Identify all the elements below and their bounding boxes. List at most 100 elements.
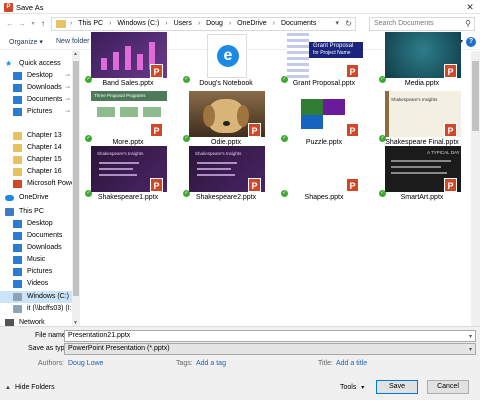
breadcrumb-this-pc[interactable]: This PC bbox=[78, 20, 103, 27]
file-item[interactable]: A TYPICAL DAY P ✓ SmartArt.pptx bbox=[378, 146, 466, 212]
drive-icon bbox=[13, 293, 22, 301]
hide-folders-label: Hide Folders bbox=[14, 384, 55, 391]
nav-item-label: Downloads bbox=[27, 244, 62, 251]
thumb-title: Shakespeare's Insights bbox=[195, 151, 242, 156]
nav-item-label: Pictures bbox=[27, 108, 53, 115]
pin-icon[interactable]: ⊸ bbox=[65, 84, 70, 91]
desktop-icon bbox=[13, 72, 22, 80]
nav-item-windows-c[interactable]: Windows (C:) bbox=[0, 291, 72, 303]
powerpoint-file-icon: P bbox=[444, 123, 457, 137]
file-name-field[interactable]: Presentation21.pptx ▾ bbox=[64, 330, 476, 342]
nav-item-label: Desktop bbox=[27, 220, 53, 227]
nav-item-music[interactable]: Music bbox=[0, 254, 72, 266]
scroll-up-icon[interactable]: ▲ bbox=[73, 51, 78, 57]
nav-item-chapter-13[interactable]: Chapter 13 bbox=[0, 130, 72, 142]
breadcrumb-windows-c[interactable]: Windows (C:) bbox=[117, 20, 159, 27]
nav-item-label: This PC bbox=[19, 208, 44, 215]
breadcrumb-documents[interactable]: Documents bbox=[281, 20, 316, 27]
recent-locations-chevron-icon[interactable]: ▾ bbox=[28, 18, 38, 30]
file-list-scrollbar[interactable] bbox=[471, 51, 480, 326]
tools-dropdown[interactable]: Tools ▾ bbox=[340, 384, 364, 391]
file-item[interactable]: Shakespeare's Insights P ✓ Shakespeare1.ppt… bbox=[84, 146, 172, 212]
nav-item-network[interactable]: Network bbox=[0, 317, 72, 326]
nav-item-label: Pictures bbox=[27, 268, 53, 275]
back-arrow-icon[interactable]: ← bbox=[5, 18, 15, 30]
nav-item-chapter-16[interactable]: Chapter 16 bbox=[0, 166, 72, 178]
pin-icon[interactable]: ⊸ bbox=[65, 72, 70, 79]
music-icon bbox=[13, 256, 22, 264]
nav-item-this-pc[interactable]: This PC bbox=[0, 206, 72, 218]
file-list-scroll-thumb[interactable] bbox=[472, 61, 479, 131]
nav-item-microsoft-powerp[interactable]: Microsoft PowerP bbox=[0, 178, 79, 190]
help-button[interactable]: ? bbox=[466, 37, 476, 47]
save-type-chevron-icon[interactable]: ▾ bbox=[469, 346, 472, 353]
save-button[interactable]: Save bbox=[376, 380, 418, 394]
file-item[interactable]: P ✓ Shapes.pptx bbox=[280, 146, 368, 212]
navigation-scroll-thumb[interactable] bbox=[73, 61, 79, 296]
cancel-button[interactable]: Cancel bbox=[427, 380, 469, 394]
nav-item-downloads[interactable]: Downloads bbox=[0, 242, 72, 254]
navigation-scrollbar[interactable]: ▲ ▼ bbox=[72, 51, 80, 326]
nav-item-label: OneDrive bbox=[19, 194, 49, 201]
title-value[interactable]: Add a title bbox=[336, 360, 367, 367]
nav-item-desktop[interactable]: Desktop bbox=[0, 218, 72, 230]
thumb-subtitle: for Project Name bbox=[313, 50, 351, 56]
file-item[interactable]: P ✓ Band Sales.pptx bbox=[84, 32, 172, 98]
file-item[interactable]: P ✓ Media.pptx bbox=[378, 32, 466, 98]
nav-item-pictures[interactable]: Pictures bbox=[0, 266, 72, 278]
nav-item-quick-access[interactable]: ★ Quick access bbox=[0, 58, 72, 70]
nav-item-label: Desktop bbox=[27, 72, 53, 79]
forward-arrow-icon[interactable]: → bbox=[17, 18, 27, 30]
powerpoint-file-icon: P bbox=[150, 178, 163, 192]
nav-item-videos[interactable]: Videos bbox=[0, 278, 72, 290]
hide-folders-button[interactable]: ▲ Hide Folders bbox=[5, 384, 55, 391]
organize-button[interactable]: Organize ▾ bbox=[9, 38, 43, 46]
nav-item-documents[interactable]: Documents ⊸ bbox=[0, 94, 72, 106]
tools-label: Tools bbox=[340, 384, 357, 391]
powerpoint-file-icon: P bbox=[248, 123, 261, 137]
nav-item-it-bcffs03-i[interactable]: it (\\bcffs03) (I:) bbox=[0, 303, 74, 315]
breadcrumb-onedrive[interactable]: OneDrive bbox=[237, 20, 267, 27]
nav-item-label: Windows (C:) bbox=[27, 293, 70, 300]
powerpoint-app-icon: P bbox=[4, 3, 13, 12]
star-icon: ★ bbox=[5, 59, 13, 68]
folder-icon bbox=[13, 144, 22, 152]
pin-icon[interactable]: ⊸ bbox=[65, 108, 70, 115]
close-button[interactable]: ✕ bbox=[464, 1, 476, 13]
breadcrumb-users[interactable]: Users bbox=[174, 20, 192, 27]
breadcrumb-doug[interactable]: Doug bbox=[206, 20, 223, 27]
address-dropdown-chevron-icon[interactable]: ▾ bbox=[335, 19, 339, 27]
nav-item-onedrive[interactable]: OneDrive bbox=[0, 192, 72, 204]
nav-item-desktop[interactable]: Desktop ⊸ bbox=[0, 70, 72, 82]
tags-value[interactable]: Add a tag bbox=[196, 360, 226, 367]
file-name-chevron-icon[interactable]: ▾ bbox=[469, 333, 472, 340]
nav-item-documents[interactable]: Documents bbox=[0, 230, 72, 242]
file-item[interactable]: e ✓ Doug's Notebook bbox=[182, 32, 270, 98]
nav-item-label: Chapter 16 bbox=[27, 168, 62, 175]
nav-item-chapter-15[interactable]: Chapter 15 bbox=[0, 154, 72, 166]
pin-icon[interactable]: ⊸ bbox=[65, 96, 70, 103]
file-name: Odie.pptx bbox=[211, 139, 241, 146]
powerpoint-file-icon: P bbox=[346, 123, 359, 137]
search-input[interactable]: Search Documents ⚲ bbox=[369, 17, 475, 31]
save-type-select[interactable]: PowerPoint Presentation (*.pptx) ▾ bbox=[64, 343, 476, 355]
nav-item-chapter-14[interactable]: Chapter 14 bbox=[0, 142, 72, 154]
file-item[interactable]: Shakespeare's Insights P ✓ Shakespeare2.ppt… bbox=[182, 146, 270, 212]
search-placeholder: Search Documents bbox=[374, 20, 434, 27]
authors-value[interactable]: Doug Lowe bbox=[68, 360, 103, 367]
nav-item-label: Music bbox=[27, 256, 46, 263]
file-item[interactable]: Grant Proposal for Project Name P ✓ Grant Pr… bbox=[280, 32, 368, 98]
file-name: Shapes.pptx bbox=[304, 194, 344, 201]
up-arrow-icon[interactable]: ↑ bbox=[38, 18, 48, 30]
powerpoint-file-icon: P bbox=[150, 64, 163, 78]
address-bar[interactable]: › This PC › Windows (C:) › Users › Doug … bbox=[51, 17, 356, 31]
file-name-label: File name: bbox=[35, 332, 68, 339]
documents-icon bbox=[13, 96, 22, 104]
powerpoint-file-icon: P bbox=[444, 64, 457, 78]
videos-icon bbox=[13, 280, 22, 288]
nav-item-label: Chapter 15 bbox=[27, 156, 62, 163]
refresh-icon[interactable]: ↻ bbox=[345, 19, 352, 28]
nav-item-label: Documents bbox=[27, 96, 63, 103]
nav-item-downloads[interactable]: Downloads ⊸ bbox=[0, 82, 72, 94]
nav-item-pictures[interactable]: Pictures ⊸ bbox=[0, 106, 72, 118]
